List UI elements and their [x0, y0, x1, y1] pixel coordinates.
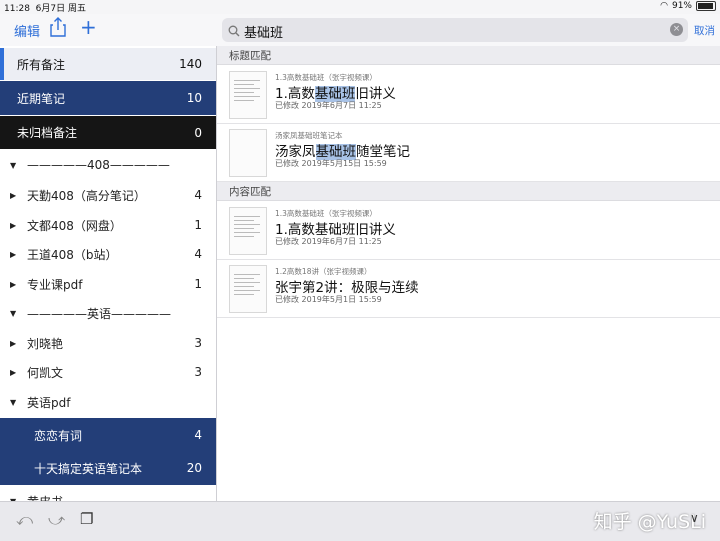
sidebar-item[interactable]: 未归档备注 0: [0, 116, 216, 149]
cancel-button[interactable]: 取消: [694, 23, 715, 38]
disclosure-down-icon[interactable]: ▼: [10, 398, 16, 407]
note-title: 1.高数基础班旧讲义: [275, 82, 396, 102]
sidebar-item-count: 3: [194, 336, 202, 350]
bottom-toolbar: ⤺ ⤻ ❐ 知乎 @YuSLi ∨: [0, 501, 720, 541]
sidebar-item[interactable]: 近期笔记 10: [0, 81, 216, 115]
disclosure-right-icon[interactable]: ▶: [10, 368, 16, 377]
active-indicator: [0, 48, 4, 80]
wifi-icon: ◠: [660, 1, 668, 11]
note-title: 张宇第2讲：极限与连续: [275, 276, 419, 296]
note-title: 汤家凤基础班随堂笔记: [275, 140, 410, 160]
sidebar-item[interactable]: ▼ 英语pdf: [0, 387, 216, 417]
sidebar-item-label: 英语pdf: [27, 395, 71, 410]
sidebar-item-count: 1: [194, 277, 202, 291]
note-thumbnail: [229, 265, 267, 313]
note-result[interactable]: 1.3高数基础班（张宇视频课） 1.高数基础班旧讲义 已修改 2019年6月7日 1…: [217, 65, 720, 124]
sidebar-item-count: 4: [194, 428, 202, 442]
note-result[interactable]: 汤家凤基础班笔记本 汤家凤基础班随堂笔记 已修改 2019年5月15日 15:59: [217, 123, 720, 182]
disclosure-right-icon[interactable]: ▶: [10, 191, 16, 200]
sidebar-item[interactable]: ▶ 刘晓艳 3: [0, 328, 216, 358]
sidebar-item-count: 4: [194, 188, 202, 202]
status-date: 6月7日 周五: [35, 4, 86, 14]
note-modified-date: 已修改 2019年6月7日 11:25: [275, 237, 382, 246]
sidebar-item[interactable]: 所有备注 140: [0, 48, 216, 80]
copy-icon[interactable]: ❐: [80, 510, 93, 528]
section-label: 标题匹配: [229, 50, 271, 62]
plus-icon[interactable]: +: [80, 15, 97, 39]
sidebar-item[interactable]: ▶ 文都408（网盘） 1: [0, 210, 216, 240]
disclosure-down-icon[interactable]: ▼: [10, 161, 16, 170]
note-thumbnail: [229, 71, 267, 119]
sidebar-item[interactable]: ▼ —————英语—————: [0, 298, 216, 328]
disclosure-right-icon[interactable]: ▶: [10, 250, 16, 259]
section-title-match: 标题匹配: [217, 46, 720, 65]
sidebar-item-label: 恋恋有词: [34, 428, 83, 443]
sidebar-item[interactable]: ▶ 专业课pdf 1: [0, 269, 216, 299]
top-toolbar: 编辑 + 基础班 × 取消: [0, 14, 720, 47]
sidebar-item-label: 所有备注: [17, 57, 66, 72]
sidebar-item-count: 10: [186, 91, 202, 105]
note-thumbnail: [229, 207, 267, 255]
note-thumbnail: [229, 129, 267, 177]
battery-icon: [696, 1, 716, 11]
status-bar: 11:28 6月7日 周五 ◠ 91%: [0, 0, 720, 14]
search-value: 基础班: [244, 26, 284, 41]
disclosure-right-icon[interactable]: ▶: [10, 280, 16, 289]
note-result[interactable]: 1.3高数基础班（张宇视频课） 1.高数基础班旧讲义 已修改 2019年6月7日 1…: [217, 201, 720, 260]
disclosure-right-icon[interactable]: ▶: [10, 221, 16, 230]
note-result[interactable]: 1.2高数18讲（张宇视频课） 张宇第2讲：极限与连续 已修改 2019年5月1日 …: [217, 259, 720, 318]
note-title: 1.高数基础班旧讲义: [275, 218, 396, 238]
sidebar-item[interactable]: ▼ —————408—————: [0, 150, 216, 180]
sidebar-item-count: 1: [194, 218, 202, 232]
search-input[interactable]: 基础班 ×: [222, 18, 688, 42]
sidebar-item-label: 十天搞定英语笔记本: [34, 461, 143, 476]
sidebar-item-label: 专业课pdf: [27, 277, 83, 292]
sidebar-item[interactable]: ▶ 何凯文 3: [0, 357, 216, 387]
sidebar-item-label: —————408—————: [27, 158, 170, 172]
section-label: 内容匹配: [229, 186, 271, 198]
status-time-date: 11:28 6月7日 周五: [4, 1, 86, 14]
sidebar-item[interactable]: ▶ 天勤408（高分笔记） 4: [0, 180, 216, 210]
redo-icon[interactable]: ⤻: [48, 510, 65, 530]
note-modified-date: 已修改 2019年6月7日 11:25: [275, 101, 382, 110]
sidebar-item-label: 天勤408（高分笔记）: [27, 188, 146, 203]
chevron-down-icon[interactable]: ∨: [690, 511, 699, 525]
sidebar-item-label: 黄皮书: [27, 493, 63, 502]
sidebar-item-label: 何凯文: [27, 365, 64, 380]
sidebar-item-label: 王道408（b站）: [27, 247, 118, 262]
disclosure-down-icon[interactable]: ▼: [10, 309, 16, 318]
note-modified-date: 已修改 2019年5月1日 15:59: [275, 295, 382, 304]
sidebar-item-count: 20: [186, 461, 202, 475]
sidebar-item-label: —————英语—————: [27, 306, 172, 321]
sidebar-item-count: 4: [194, 247, 202, 261]
sidebar-item[interactable]: 十天搞定英语笔记本 20: [0, 451, 216, 485]
sidebar-item-label: 文都408（网盘）: [27, 218, 122, 233]
note-modified-date: 已修改 2019年5月15日 15:59: [275, 159, 387, 168]
battery-percent: 91%: [671, 1, 692, 11]
share-icon[interactable]: [50, 17, 66, 41]
clear-icon[interactable]: ×: [670, 23, 683, 36]
sidebar-item[interactable]: 恋恋有词 4: [0, 418, 216, 452]
sidebar-item-label: 未归档备注: [17, 126, 78, 140]
disclosure-right-icon[interactable]: ▶: [10, 339, 16, 348]
sidebar-item[interactable]: ▼黄皮书: [0, 486, 216, 501]
undo-icon[interactable]: ⤺: [16, 510, 33, 530]
search-results: 标题匹配 1.3高数基础班（张宇视频课） 1.高数基础班旧讲义 已修改 2019年6…: [217, 46, 720, 501]
sidebar-item-count: 3: [194, 365, 202, 379]
sidebar-item-count: 0: [194, 125, 202, 140]
search-icon: [228, 22, 240, 41]
status-time: 11:28: [4, 4, 30, 14]
section-content-match: 内容匹配: [217, 182, 720, 201]
sidebar-item-count: 140: [179, 57, 202, 71]
edit-button[interactable]: 编辑: [14, 21, 40, 40]
sidebar-item-label: 刘晓艳: [27, 336, 64, 351]
sidebar-item-label: 近期笔记: [17, 91, 66, 106]
sidebar: 所有备注 140 近期笔记 10 未归档备注 0 ▼ —————408————— ▶ 天勤408（…: [0, 46, 217, 501]
sidebar-item[interactable]: ▶ 王道408（b站） 4: [0, 239, 216, 269]
